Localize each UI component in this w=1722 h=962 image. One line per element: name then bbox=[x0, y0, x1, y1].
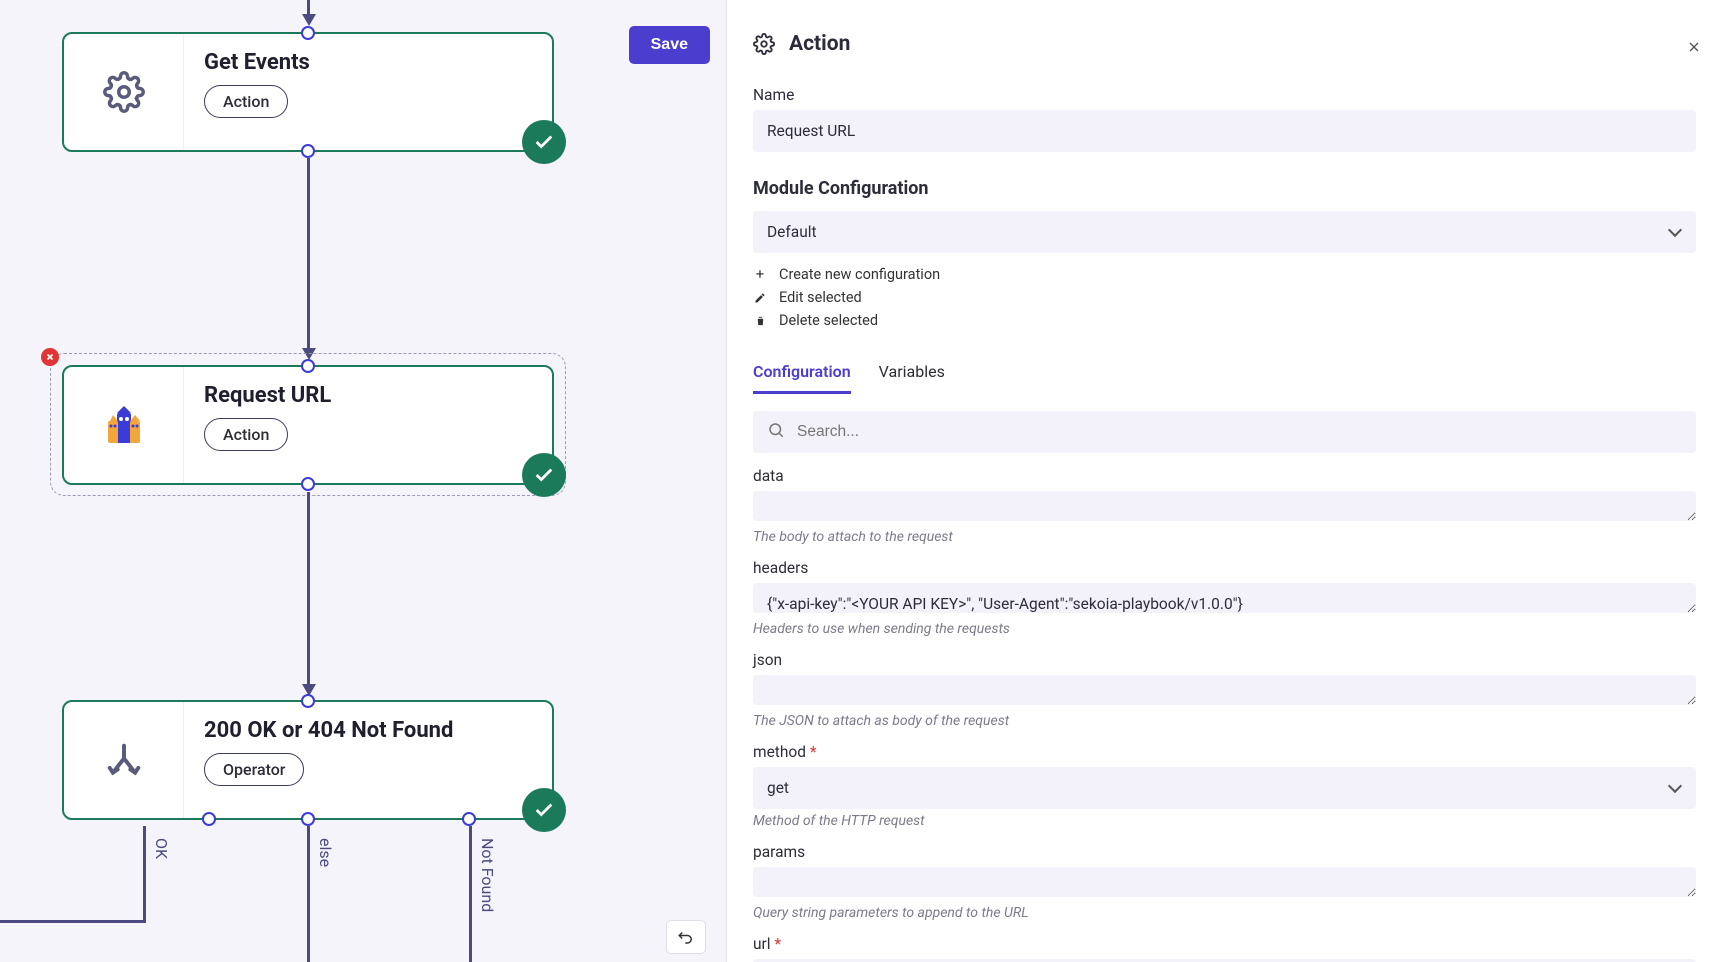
data-input[interactable] bbox=[753, 491, 1696, 521]
branch-label-not-found: Not Found bbox=[478, 838, 497, 912]
node-icon bbox=[64, 34, 184, 150]
data-hint: The body to attach to the request bbox=[753, 529, 1696, 545]
headers-hint: Headers to use when sending the requests bbox=[753, 621, 1696, 637]
split-icon bbox=[105, 741, 143, 779]
headers-label: headers bbox=[753, 559, 1696, 577]
method-select[interactable]: get bbox=[753, 767, 1696, 809]
tab-configuration[interactable]: Configuration bbox=[753, 362, 851, 394]
port-top[interactable] bbox=[301, 694, 315, 708]
branch-label-else: else bbox=[316, 838, 335, 867]
edit-config-button[interactable]: Edit selected bbox=[753, 286, 1696, 309]
edge-line bbox=[307, 158, 310, 352]
edge-line bbox=[469, 826, 472, 962]
branch-label-ok: OK bbox=[152, 838, 171, 859]
node-status-operator[interactable]: 200 OK or 404 Not Found Operator bbox=[62, 700, 554, 820]
headers-input[interactable] bbox=[753, 583, 1696, 613]
gear-icon bbox=[753, 33, 775, 55]
params-input[interactable] bbox=[753, 867, 1696, 897]
module-config-header: Module Configuration bbox=[753, 178, 1696, 199]
create-config-button[interactable]: + Create new configuration bbox=[753, 263, 1696, 286]
port-bottom[interactable] bbox=[301, 144, 315, 158]
data-label: data bbox=[753, 467, 1696, 485]
panel-header: Action bbox=[727, 0, 1722, 62]
node-title: Request URL bbox=[204, 383, 532, 408]
json-input[interactable] bbox=[753, 675, 1696, 705]
node-type-badge: Action bbox=[204, 85, 288, 118]
method-hint: Method of the HTTP request bbox=[753, 813, 1696, 829]
port-ok[interactable] bbox=[202, 812, 216, 826]
undo-button[interactable] bbox=[666, 920, 706, 954]
edge-line bbox=[143, 826, 146, 920]
port-top[interactable] bbox=[301, 26, 315, 40]
json-hint: The JSON to attach as body of the reques… bbox=[753, 713, 1696, 729]
edge-line bbox=[307, 492, 310, 688]
app-icon bbox=[100, 401, 148, 449]
node-get-events[interactable]: Get Events Action bbox=[62, 32, 554, 152]
trash-icon bbox=[753, 315, 767, 327]
arrowhead-icon bbox=[302, 14, 316, 26]
save-button[interactable]: Save bbox=[629, 26, 710, 64]
pencil-icon bbox=[753, 292, 767, 304]
edge-line bbox=[0, 920, 146, 923]
params-hint: Query string parameters to append to the… bbox=[753, 905, 1696, 921]
node-type-badge: Action bbox=[204, 418, 288, 451]
edge-line bbox=[307, 826, 310, 962]
search-icon bbox=[767, 421, 785, 443]
url-label: url * bbox=[753, 935, 1696, 953]
side-panel: Action Name Module Configuration Default… bbox=[726, 0, 1722, 962]
delete-config-button[interactable]: Delete selected bbox=[753, 309, 1696, 332]
node-type-badge: Operator bbox=[204, 753, 304, 786]
close-icon bbox=[1686, 39, 1702, 55]
create-config-label: Create new configuration bbox=[779, 266, 940, 283]
plus-icon: + bbox=[753, 266, 767, 283]
node-title: Get Events bbox=[204, 50, 532, 75]
search-input[interactable] bbox=[753, 411, 1696, 453]
port-bottom[interactable] bbox=[301, 477, 315, 491]
tab-variables[interactable]: Variables bbox=[879, 362, 945, 394]
edit-config-label: Edit selected bbox=[779, 289, 862, 306]
node-icon bbox=[64, 367, 184, 483]
module-config-select[interactable]: Default bbox=[753, 211, 1696, 253]
node-delete-button[interactable] bbox=[41, 348, 59, 366]
close-button[interactable] bbox=[1686, 36, 1702, 60]
json-label: json bbox=[753, 651, 1696, 669]
port-not-found[interactable] bbox=[462, 812, 476, 826]
flow-canvas[interactable]: Get Events Action bbox=[0, 0, 726, 962]
port-top[interactable] bbox=[301, 359, 315, 373]
node-icon bbox=[64, 702, 184, 818]
params-label: params bbox=[753, 843, 1696, 861]
panel-title: Action bbox=[789, 32, 850, 56]
node-request-url[interactable]: Request URL Action bbox=[62, 365, 554, 485]
method-label: method * bbox=[753, 743, 1696, 761]
port-else[interactable] bbox=[301, 812, 315, 826]
undo-icon bbox=[677, 928, 695, 946]
node-title: 200 OK or 404 Not Found bbox=[204, 718, 532, 743]
name-label: Name bbox=[753, 86, 1696, 104]
delete-config-label: Delete selected bbox=[779, 312, 878, 329]
name-input[interactable] bbox=[753, 110, 1696, 152]
status-check-icon bbox=[522, 453, 566, 497]
gear-icon bbox=[103, 71, 145, 113]
status-check-icon bbox=[522, 120, 566, 164]
status-check-icon bbox=[522, 788, 566, 832]
